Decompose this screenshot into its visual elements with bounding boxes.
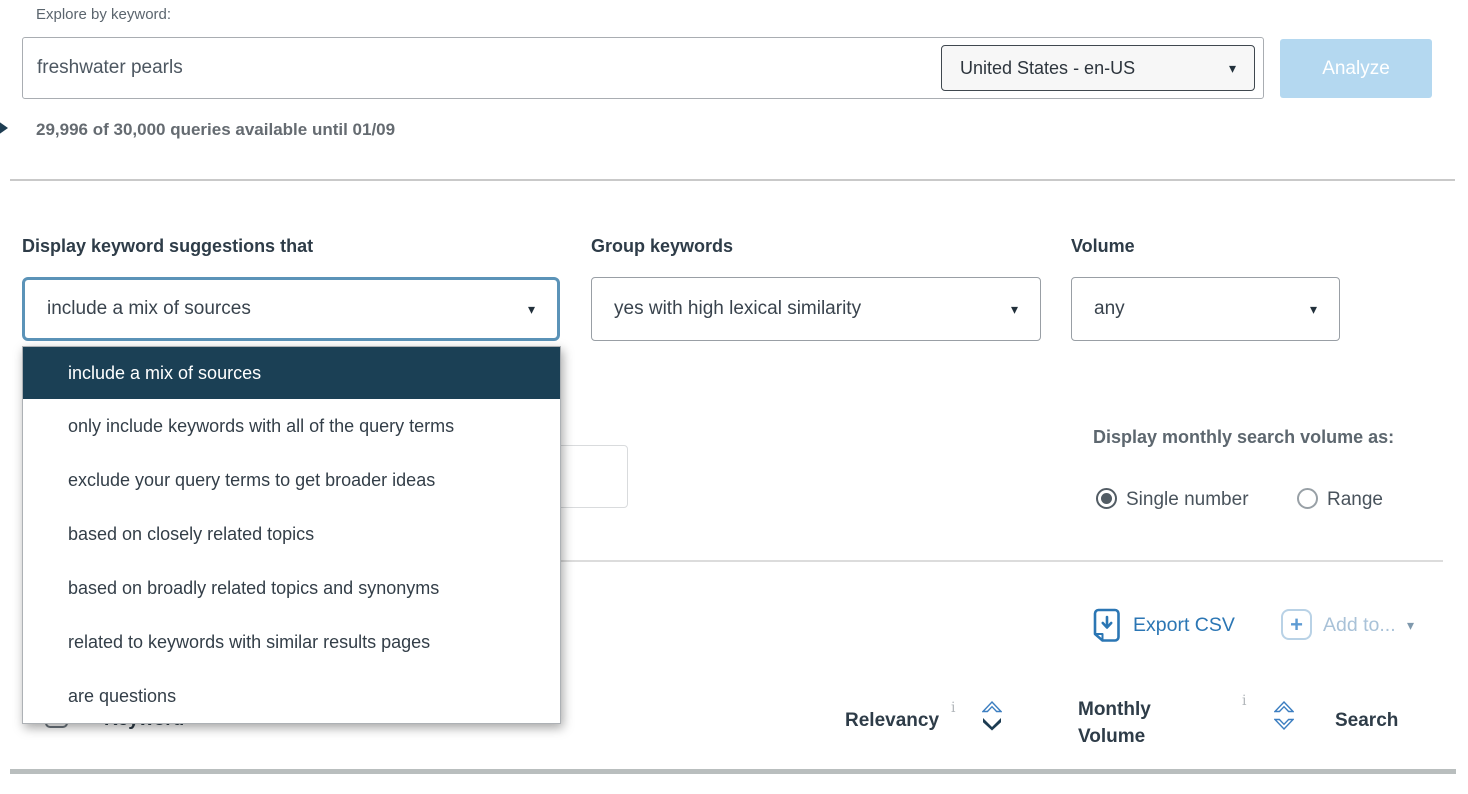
section-divider: [561, 560, 1443, 562]
volume-display-label: Display monthly search volume as:: [1093, 427, 1394, 448]
group-keywords-select-value: yes with high lexical similarity: [614, 298, 861, 320]
column-header-search: Search: [1335, 710, 1398, 732]
add-to-button[interactable]: Add to...: [1323, 614, 1396, 637]
sort-desc-icon: [1274, 717, 1294, 730]
sort-desc-icon: [982, 717, 1002, 731]
suggestions-select[interactable]: include a mix of sources ▾: [22, 277, 560, 341]
plus-icon[interactable]: +: [1281, 609, 1312, 640]
keyword-search-box: United States - en-US ▾: [22, 37, 1264, 99]
suggestions-dropdown-menu: include a mix of sources only include ke…: [22, 346, 561, 724]
caret-down-icon[interactable]: ▾: [1407, 618, 1414, 632]
keyword-search-input[interactable]: [37, 39, 897, 97]
volume-select-value: any: [1094, 298, 1125, 320]
suggestions-filter-label: Display keyword suggestions that: [22, 236, 313, 257]
chevron-down-icon: ▾: [1011, 302, 1018, 316]
sort-asc-icon: [982, 701, 1002, 714]
range-radio[interactable]: [1297, 488, 1318, 509]
range-radio-label[interactable]: Range: [1327, 489, 1383, 511]
relevancy-sort-control[interactable]: [982, 701, 1002, 731]
volume-select[interactable]: any ▾: [1071, 277, 1340, 341]
group-keywords-label: Group keywords: [591, 236, 733, 257]
menu-item-closely-related-topics[interactable]: based on closely related topics: [23, 507, 560, 561]
info-icon[interactable]: i: [951, 700, 955, 716]
monthly-volume-sort-control[interactable]: [1274, 701, 1294, 730]
analyze-button[interactable]: Analyze: [1280, 39, 1432, 98]
menu-item-exclude-query-terms[interactable]: exclude your query terms to get broader …: [23, 453, 560, 507]
section-divider: [10, 179, 1455, 181]
menu-item-similar-results-pages[interactable]: related to keywords with similar results…: [23, 615, 560, 669]
chevron-down-icon: ▾: [528, 302, 535, 316]
column-header-relevancy: Relevancy: [845, 710, 939, 732]
menu-item-mix-of-sources[interactable]: include a mix of sources: [23, 347, 560, 399]
chevron-down-icon: ▾: [1310, 302, 1317, 316]
query-quota-text: 29,996 of 30,000 queries available until…: [36, 120, 395, 140]
column-header-monthly-volume: Monthly Volume: [1078, 696, 1170, 750]
export-csv-button[interactable]: Export CSV: [1133, 614, 1235, 637]
disclosure-triangle-icon[interactable]: [0, 121, 8, 135]
single-number-radio[interactable]: [1096, 488, 1117, 509]
volume-filter-label: Volume: [1071, 236, 1135, 257]
menu-item-all-query-terms[interactable]: only include keywords with all of the qu…: [23, 399, 560, 453]
explore-by-keyword-label: Explore by keyword:: [36, 6, 171, 23]
menu-item-are-questions[interactable]: are questions: [23, 669, 560, 723]
group-keywords-select[interactable]: yes with high lexical similarity ▾: [591, 277, 1041, 341]
sort-asc-icon: [1274, 701, 1294, 714]
export-csv-icon[interactable]: [1092, 608, 1122, 648]
menu-item-broadly-related-topics[interactable]: based on broadly related topics and syno…: [23, 561, 560, 615]
info-icon[interactable]: i: [1242, 693, 1246, 709]
country-locale-value: United States - en-US: [960, 58, 1135, 79]
suggestions-select-value: include a mix of sources: [47, 298, 251, 320]
table-header-divider: [10, 769, 1456, 774]
country-locale-select[interactable]: United States - en-US ▾: [941, 45, 1255, 91]
chevron-down-icon: ▾: [1229, 61, 1236, 75]
single-number-radio-label[interactable]: Single number: [1126, 489, 1249, 511]
